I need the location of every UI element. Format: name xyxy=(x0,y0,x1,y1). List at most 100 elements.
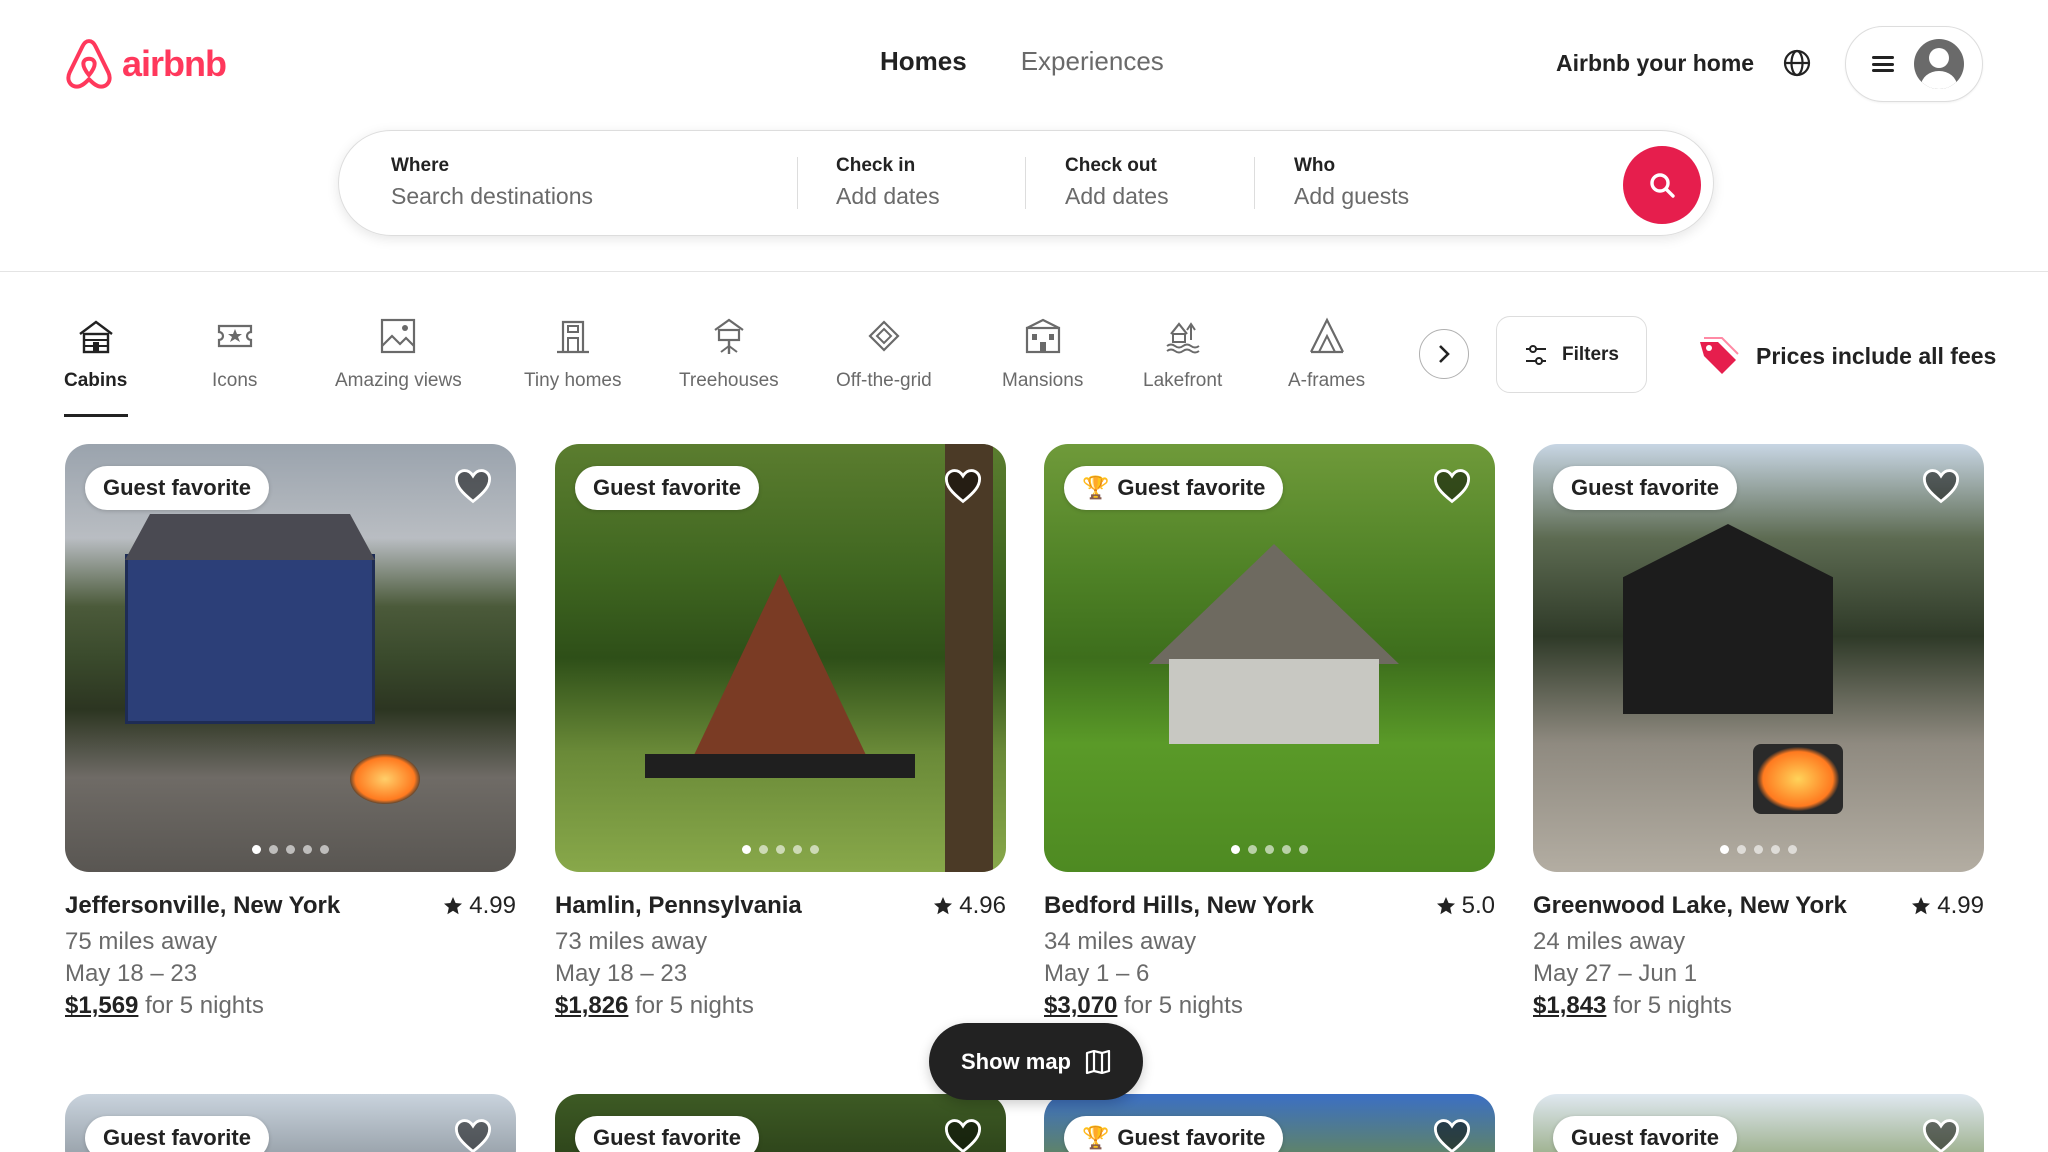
house-illustration xyxy=(1623,524,1833,714)
show-map-button[interactable]: Show map xyxy=(929,1023,1143,1100)
listing-card[interactable]: Guest favorite Jeffersonville, New York … xyxy=(65,444,516,1020)
star-icon xyxy=(934,897,953,915)
category-label: Icons xyxy=(212,370,258,391)
ticket-icon xyxy=(217,324,252,348)
mansion-icon xyxy=(1025,318,1060,354)
heart-icon[interactable] xyxy=(1922,1118,1960,1152)
filters-icon xyxy=(1525,344,1546,365)
listing-location: Jeffersonville, New York xyxy=(65,892,341,919)
check-out-field[interactable]: Check out Add dates xyxy=(1065,155,1169,210)
rating-value: 4.99 xyxy=(1937,892,1984,919)
who-label: Who xyxy=(1294,155,1336,176)
heart-icon[interactable] xyxy=(1922,468,1960,504)
check-in-input[interactable]: Add dates xyxy=(836,183,940,210)
guest-favorite-badge: Guest favorite xyxy=(85,1116,269,1152)
roof-illustration xyxy=(1149,544,1399,664)
check-in-label: Check in xyxy=(836,155,916,176)
heart-icon[interactable] xyxy=(1433,468,1471,504)
category-cabins[interactable]: Cabins xyxy=(64,316,127,392)
listing-price[interactable]: $3,070 xyxy=(1044,992,1117,1019)
house-illustration xyxy=(1169,659,1379,744)
badge-label: Guest favorite xyxy=(1571,475,1719,500)
listing-card[interactable]: 🏆 Guest favorite Bedford Hills, New York… xyxy=(1044,444,1495,1020)
site-header: airbnb Homes Experiences Airbnb your hom… xyxy=(0,0,2048,272)
listing-price-line: $1,826 for 5 nights xyxy=(555,992,1006,1020)
heart-icon[interactable] xyxy=(944,468,982,504)
lakefront-icon xyxy=(1166,322,1200,354)
listing-rating: 4.99 xyxy=(443,892,516,920)
category-treehouses[interactable]: Treehouses xyxy=(679,316,779,392)
user-menu-button[interactable] xyxy=(1845,26,1983,102)
listing-card[interactable]: Guest favorite xyxy=(555,1094,1006,1152)
price-suffix: for 5 nights xyxy=(635,992,754,1019)
listing-distance: 73 miles away xyxy=(555,928,708,955)
listing-card[interactable]: Guest favorite xyxy=(1533,1094,1984,1152)
categories-next-button[interactable] xyxy=(1419,329,1469,379)
category-amazing-views[interactable]: Amazing views xyxy=(335,316,462,392)
badge-label: Guest favorite xyxy=(1117,1125,1266,1150)
where-input[interactable]: Search destinations xyxy=(391,183,593,210)
listing-price[interactable]: $1,569 xyxy=(65,992,138,1019)
listing-card[interactable]: Hamlin, Pennsylvania 4.96 73 miles away … xyxy=(555,444,1006,1020)
star-icon xyxy=(1912,897,1931,915)
heart-icon[interactable] xyxy=(454,468,492,504)
listing-price[interactable]: $1,826 xyxy=(555,992,628,1019)
heart-icon[interactable] xyxy=(1433,1118,1471,1152)
category-mansions[interactable]: Mansions xyxy=(1002,316,1083,392)
map-icon xyxy=(1085,1049,1111,1074)
category-lakefront[interactable]: Lakefront xyxy=(1143,316,1222,392)
category-tiny-homes[interactable]: Tiny homes xyxy=(524,316,622,392)
category-off-the-grid[interactable]: Off-the-grid xyxy=(836,316,932,392)
guest-favorite-badge: Guest favorite xyxy=(575,1116,759,1152)
check-out-input[interactable]: Add dates xyxy=(1065,183,1169,210)
tree-illustration xyxy=(945,444,993,872)
listing-card[interactable]: 🏆 Guest favorite xyxy=(1044,1094,1495,1152)
category-a-frames[interactable]: A-frames xyxy=(1288,316,1365,392)
avatar xyxy=(1914,39,1964,89)
filters-button[interactable]: Filters xyxy=(1496,316,1647,393)
listing-photo[interactable]: 🏆 Guest favorite xyxy=(1044,444,1495,872)
listing-rating: 5.0 xyxy=(1436,892,1495,920)
who-field[interactable]: Who Add guests xyxy=(1294,155,1409,210)
photo-pagination xyxy=(1533,845,1984,854)
category-label: Mansions xyxy=(1002,370,1084,391)
where-field[interactable]: Where Search destinations xyxy=(391,155,593,210)
divider xyxy=(1025,157,1026,209)
search-icon xyxy=(1650,173,1675,198)
check-in-field[interactable]: Check in Add dates xyxy=(836,155,940,210)
price-suffix: for 5 nights xyxy=(1124,992,1243,1019)
globe-icon[interactable] xyxy=(1782,48,1812,78)
deck-illustration xyxy=(645,754,915,778)
badge-label: Guest favorite xyxy=(593,475,741,500)
tab-homes[interactable]: Homes xyxy=(880,46,967,77)
listing-location: Bedford Hills, New York xyxy=(1044,892,1314,919)
photo-pagination xyxy=(555,845,1006,854)
treehouse-icon xyxy=(714,318,744,354)
who-input[interactable]: Add guests xyxy=(1294,183,1409,210)
airbnb-logo[interactable]: airbnb xyxy=(64,38,227,90)
price-fees-toggle[interactable]: Prices include all fees xyxy=(1696,334,1996,378)
host-link[interactable]: Airbnb your home xyxy=(1556,50,1754,77)
tab-experiences[interactable]: Experiences xyxy=(1021,46,1164,77)
chevron-right-icon xyxy=(1439,345,1450,363)
category-label: Tiny homes xyxy=(524,370,622,391)
search-button[interactable] xyxy=(1623,146,1701,224)
category-label: Cabins xyxy=(64,370,128,391)
heart-icon[interactable] xyxy=(454,1118,492,1152)
listing-dates: May 18 – 23 xyxy=(555,960,688,987)
badge-label: Guest favorite xyxy=(103,1125,251,1150)
top-nav: Homes Experiences xyxy=(880,46,1164,77)
menu-icon xyxy=(1872,56,1894,72)
guest-favorite-badge: 🏆 Guest favorite xyxy=(1064,466,1284,510)
heart-icon[interactable] xyxy=(944,1118,982,1152)
listing-photo[interactable]: Guest favorite xyxy=(1533,444,1984,872)
active-category-indicator xyxy=(64,414,128,417)
listing-price[interactable]: $1,843 xyxy=(1533,992,1606,1019)
a-frame-icon xyxy=(1309,317,1344,354)
listing-card[interactable]: Guest favorite xyxy=(65,1094,516,1152)
category-icons[interactable]: Icons xyxy=(212,316,257,392)
category-label: Lakefront xyxy=(1143,370,1223,391)
listing-photo[interactable]: Guest favorite xyxy=(65,444,516,872)
trophy-icon: 🏆 xyxy=(1082,1125,1110,1150)
listing-card[interactable]: Guest favorite Greenwood Lake, New York … xyxy=(1533,444,1984,1020)
